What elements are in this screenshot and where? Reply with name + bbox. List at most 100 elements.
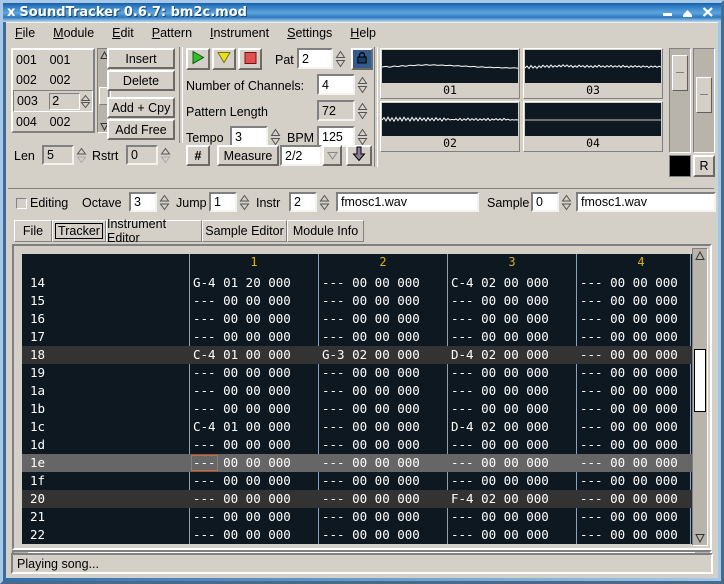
note-cell[interactable]: C-4 01 00 000: [193, 418, 315, 436]
note-cell[interactable]: --- 00 00 000: [322, 508, 444, 526]
note-cell[interactable]: --- 00 00 000: [451, 508, 573, 526]
note-cell[interactable]: --- 00 00 000: [193, 310, 315, 328]
playlist-row-3-spinner[interactable]: [79, 92, 92, 110]
delete-button[interactable]: Delete: [107, 70, 175, 91]
pattern-vertical-scrollbar[interactable]: [692, 248, 708, 546]
rstrt-spinner[interactable]: [159, 145, 172, 165]
instr-spinner[interactable]: [318, 192, 331, 212]
note-cell[interactable]: --- 00 00 000: [580, 508, 694, 526]
note-cell[interactable]: --- 00 00 000: [451, 400, 573, 418]
note-cell[interactable]: --- 00 00 000: [580, 292, 694, 310]
minimize-icon[interactable]: [661, 6, 674, 19]
note-cell[interactable]: --- 00 00 000: [451, 328, 573, 346]
note-cell[interactable]: --- 00 00 000: [451, 364, 573, 382]
tempo-spinner[interactable]: [269, 126, 282, 147]
pattern-view[interactable]: 1 2 3 4 14 G-4 01 20 000 --- 00 00 000 C-4 02 0…: [22, 254, 694, 544]
jump-down-button[interactable]: [346, 145, 372, 166]
note-cell[interactable]: --- 00 00 000: [322, 328, 444, 346]
playlist-box[interactable]: 001 001 002 002 003 2 004 002: [11, 48, 95, 133]
volume-slider-left-thumb[interactable]: [672, 55, 688, 91]
volume-slider-left[interactable]: [669, 48, 691, 153]
note-cell[interactable]: --- 00 00 000: [451, 472, 573, 490]
note-cell[interactable]: --- 00 00 000: [580, 328, 694, 346]
len-spinner[interactable]: [75, 145, 88, 165]
rstrt-input[interactable]: 0: [126, 145, 158, 165]
note-cell[interactable]: C-4 02 00 000: [451, 274, 573, 292]
note-cell[interactable]: --- 00 00 000: [322, 472, 444, 490]
menu-instrument[interactable]: Instrument: [201, 23, 278, 43]
sample-spinner[interactable]: [560, 192, 573, 212]
note-cell[interactable]: --- 00 00 000: [580, 436, 694, 454]
note-grid[interactable]: 1 2 3 4 14 G-4 01 20 000 --- 00 00 000 C-4 02 0…: [22, 254, 694, 544]
note-cell[interactable]: --- 00 00 000: [580, 490, 694, 508]
note-cell[interactable]: --- 00 00 000: [451, 526, 573, 544]
scope-channel-04[interactable]: 04: [523, 101, 663, 152]
jump-input[interactable]: 1: [209, 192, 237, 212]
menu-settings[interactable]: Settings: [278, 23, 341, 43]
octave-input[interactable]: 3: [129, 192, 157, 212]
tab-tracker[interactable]: Tracker: [52, 220, 106, 242]
note-cell[interactable]: --- 00 00 000: [580, 310, 694, 328]
right-channel-button[interactable]: R: [693, 155, 715, 177]
note-cell[interactable]: G-4 01 20 000: [193, 274, 315, 292]
maximize-icon[interactable]: [681, 6, 694, 19]
editing-checkbox[interactable]: [16, 198, 27, 209]
note-cell[interactable]: --- 00 00 000: [193, 382, 315, 400]
instr-name-input[interactable]: fmosc1.wav: [336, 192, 479, 212]
tab-file[interactable]: File: [14, 220, 52, 242]
note-cell[interactable]: --- 00 00 000: [580, 346, 694, 364]
note-cell[interactable]: --- 00 00 000: [193, 454, 315, 472]
note-cell[interactable]: --- 00 00 000: [193, 508, 315, 526]
play-pattern-button[interactable]: [212, 48, 236, 70]
bpm-input[interactable]: 125: [317, 126, 355, 147]
measure-combo-arrow[interactable]: [322, 145, 342, 166]
note-cell[interactable]: --- 00 00 000: [580, 364, 694, 382]
pattern-scroll-down-icon[interactable]: [693, 531, 707, 545]
pattern-length-spinner[interactable]: [356, 100, 369, 121]
add-free-button[interactable]: Add Free: [107, 119, 175, 140]
stop-button[interactable]: [238, 48, 262, 70]
note-cell[interactable]: --- 00 00 000: [322, 454, 444, 472]
note-cell[interactable]: --- 00 00 000: [322, 364, 444, 382]
sample-input[interactable]: 0: [531, 192, 559, 212]
pattern-scroll-up-icon[interactable]: [693, 249, 707, 263]
note-cell[interactable]: --- 00 00 000: [580, 274, 694, 292]
note-cell[interactable]: F-4 02 00 000: [451, 490, 573, 508]
volume-slider-right-thumb[interactable]: [696, 77, 712, 113]
note-cell[interactable]: --- 00 00 000: [580, 418, 694, 436]
playlist-row-3-pattern-input[interactable]: 2: [49, 92, 80, 110]
note-cell[interactable]: --- 00 00 000: [322, 400, 444, 418]
note-cell[interactable]: --- 00 00 000: [193, 472, 315, 490]
instr-input[interactable]: 2: [289, 192, 317, 212]
measure-button[interactable]: Measure: [217, 145, 279, 166]
note-cell[interactable]: --- 00 00 000: [193, 526, 315, 544]
scope-channel-01[interactable]: 01: [380, 48, 520, 99]
octave-spinner[interactable]: [158, 192, 171, 212]
pattern-scroll-thumb[interactable]: [694, 349, 706, 412]
tab-instrument-editor[interactable]: Instrument Editor: [106, 217, 202, 245]
note-cell[interactable]: G-3 02 00 000: [322, 346, 444, 364]
pattern-editor[interactable]: 1 2 3 4 14 G-4 01 20 000 --- 00 00 000 C-4 02 0…: [12, 244, 712, 550]
close-icon[interactable]: [701, 6, 714, 19]
note-cell[interactable]: --- 00 00 000: [580, 472, 694, 490]
channels-spinner[interactable]: [356, 74, 369, 95]
menu-edit[interactable]: Edit: [103, 23, 143, 43]
tab-sample-editor[interactable]: Sample Editor: [202, 220, 287, 242]
note-cell[interactable]: --- 00 00 000: [580, 382, 694, 400]
note-cell[interactable]: --- 00 00 000: [451, 436, 573, 454]
tab-module-info[interactable]: Module Info: [287, 220, 364, 242]
note-cell[interactable]: --- 00 00 000: [322, 490, 444, 508]
note-cell[interactable]: --- 00 00 000: [322, 526, 444, 544]
note-cell[interactable]: --- 00 00 000: [322, 436, 444, 454]
note-cell[interactable]: --- 00 00 000: [451, 454, 573, 472]
scope-channel-02[interactable]: 02: [380, 101, 520, 152]
pat-spinner[interactable]: [334, 48, 347, 69]
pattern-length-input[interactable]: 72: [317, 100, 355, 121]
playlist-row-1[interactable]: 001 001: [13, 50, 93, 70]
pat-input[interactable]: 2: [297, 48, 333, 69]
note-cell[interactable]: --- 00 00 000: [193, 328, 315, 346]
jump-spinner[interactable]: [238, 192, 251, 212]
sharp-button[interactable]: #: [186, 145, 210, 166]
note-cell[interactable]: --- 00 00 000: [322, 292, 444, 310]
note-cell[interactable]: D-4 02 00 000: [451, 346, 573, 364]
